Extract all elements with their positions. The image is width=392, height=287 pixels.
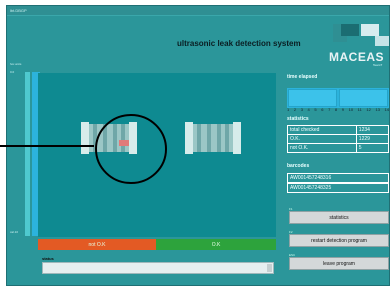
time-tick: 5 [314,107,317,112]
callout-circle-icon [95,114,167,184]
level-bar-mid-label: 0.0 [10,70,15,74]
time-tick: 13 [375,107,380,112]
status-label: status [42,256,54,261]
callout-line [0,145,94,147]
statistics-table: total checked 1234 O.K. 1229 not O.K. 5 [287,125,389,153]
logo-text: MACEAS [329,50,385,64]
stat-key: not O.K. [287,143,357,153]
status-field[interactable] [42,262,274,274]
time-tick: 7 [328,107,331,112]
time-bar-segment [339,89,388,107]
stat-value: 5 [355,143,389,153]
time-tick: 4 [307,107,310,112]
list-item: AW001457248316 [287,173,389,183]
time-tick: 1 [287,107,290,112]
time-tick: 12 [366,107,371,112]
level-bar-bottom-label: cal.10 [10,230,19,234]
restart-detection-button[interactable]: restart detection program [289,234,389,247]
time-bar-segment [288,89,337,107]
time-tick: 3 [300,107,303,112]
stat-key: O.K. [287,134,357,144]
time-elapsed-label: time elapsed [287,74,389,84]
time-tick: 8 [334,107,338,112]
time-elapsed-bar [287,88,389,108]
stat-key: total checked [287,125,357,135]
table-row: total checked 1234 [287,125,389,135]
logo-subtext: TeamT [373,63,383,67]
level-bar-track [25,72,30,236]
level-bar-top-label: hor.units [10,62,22,66]
barcodes-label: barcodes [287,163,389,173]
time-tick: 2 [293,107,297,112]
title-bar: lbt.DBGP [7,6,389,16]
window-title: lbt.DBGP [10,8,27,13]
statistics-button[interactable]: statistics [289,211,389,224]
table-row: not O.K. 5 [287,143,389,153]
ok-indicator: O.K [156,239,276,250]
not-ok-indicator: not O.K [38,239,156,250]
stat-value: 1229 [355,134,389,144]
time-tick: 6 [321,107,324,112]
app-title: ultrasonic leak detection system [177,39,301,48]
stat-value: 1234 [355,125,389,135]
list-item: AW001457248325 [287,183,389,193]
time-ticks: 1 2 3 4 5 6 7 8 9 10 11 12 13 14 [287,107,389,114]
time-tick: 9 [341,107,344,112]
leave-program-button[interactable]: leave program [289,257,389,270]
part-right-image [185,122,241,154]
barcode-list: AW001457248316 AW001457248325 [287,173,389,193]
table-row: O.K. 1229 [287,134,389,144]
status-scrollbar[interactable] [267,264,272,272]
time-tick: 11 [357,107,362,112]
time-tick: 10 [348,107,354,112]
time-tick: 14 [384,107,389,112]
